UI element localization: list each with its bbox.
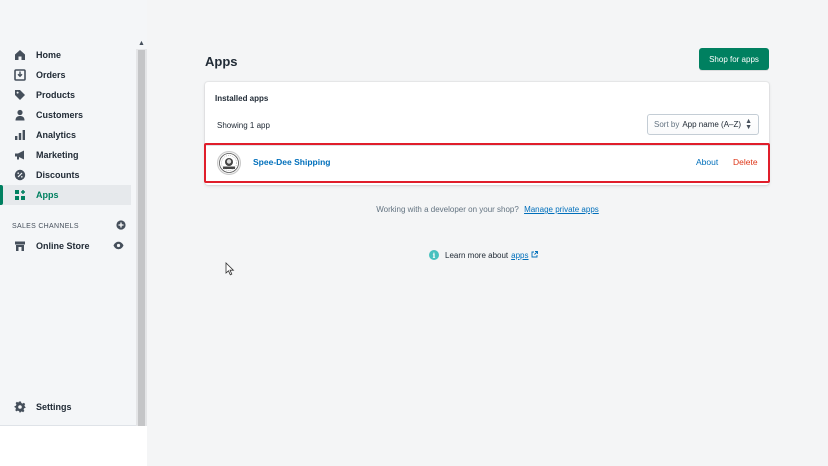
settings-row: Settings (0, 397, 136, 417)
apps-help-link[interactable]: apps (511, 251, 528, 260)
main-nav: Home Orders Products Customers Analytics… (0, 45, 136, 205)
scrollbar-thumb[interactable] (138, 50, 145, 426)
sidebar-item-home[interactable]: Home (0, 45, 136, 65)
learn-more-row: i Learn more about apps (429, 250, 538, 260)
sidebar-item-label: Marketing (36, 150, 79, 160)
page-title: Apps (205, 54, 238, 69)
bar-chart-icon (14, 129, 26, 141)
sidebar-item-label: Products (36, 90, 76, 100)
sidebar-item-label: Settings (36, 402, 72, 412)
highlight-box (204, 143, 770, 183)
gear-icon (14, 401, 26, 413)
apps-icon (14, 189, 26, 201)
sidebar-item-customers[interactable]: Customers (0, 105, 136, 125)
eye-icon[interactable] (113, 241, 124, 252)
scroll-up-icon[interactable]: ▲ (136, 38, 147, 49)
sidebar-item-orders[interactable]: Orders (0, 65, 136, 85)
sidebar-item-label: Home (36, 50, 62, 60)
sales-channels-label: SALES CHANNELS (12, 222, 79, 230)
sidebar-item-discounts[interactable]: Discounts (0, 165, 136, 185)
store-icon (14, 240, 26, 252)
sidebar-nav-panel: Home Orders Products Customers Analytics… (0, 0, 136, 426)
showing-count: Showing 1 app (217, 121, 270, 130)
sidebar: Home Orders Products Customers Analytics… (0, 0, 147, 426)
sort-select[interactable]: Sort by App name (A–Z) ▲ ▼ (647, 114, 759, 135)
sidebar-item-label: Online Store (36, 241, 90, 251)
person-icon (14, 109, 26, 121)
sidebar-item-label: Customers (36, 110, 84, 120)
orders-icon (14, 69, 26, 81)
sidebar-item-label: Analytics (36, 130, 77, 140)
online-store-row: Online Store (0, 236, 136, 256)
select-arrows-icon: ▲ ▼ (745, 118, 752, 131)
sidebar-item-marketing[interactable]: Marketing (0, 145, 136, 165)
sidebar-item-apps[interactable]: Apps (0, 185, 131, 205)
sidebar-divider (0, 425, 136, 426)
mouse-cursor-icon (225, 262, 235, 276)
info-icon: i (429, 250, 439, 260)
sidebar-item-online-store[interactable]: Online Store (0, 236, 136, 256)
sidebar-item-products[interactable]: Products (0, 85, 136, 105)
sort-prefix: Sort by (654, 120, 680, 129)
home-icon (14, 49, 26, 61)
developer-note: Working with a developer on your shop? M… (147, 205, 828, 214)
main-content: Apps Shop for apps Installed apps Showin… (147, 0, 828, 466)
add-channel-icon[interactable] (116, 220, 126, 232)
sidebar-item-analytics[interactable]: Analytics (0, 125, 136, 145)
tag-icon (14, 89, 26, 101)
card-title: Installed apps (215, 94, 269, 103)
active-indicator (0, 185, 3, 205)
megaphone-icon (14, 149, 26, 161)
app-list-item[interactable]: Spee-Dee Shipping About Delete (204, 143, 770, 183)
developer-text: Working with a developer on your shop? (376, 205, 519, 214)
sidebar-item-label: Discounts (36, 170, 80, 180)
sort-value: App name (A–Z) (682, 120, 742, 129)
sidebar-item-label: Apps (36, 190, 59, 200)
sales-channels-header: SALES CHANNELS (12, 220, 126, 232)
discount-icon (14, 169, 26, 181)
manage-private-apps-link[interactable]: Manage private apps (524, 205, 599, 214)
shop-for-apps-button[interactable]: Shop for apps (699, 48, 769, 70)
sidebar-item-settings[interactable]: Settings (0, 397, 136, 417)
learn-more-text: Learn more about (445, 250, 509, 260)
installed-apps-card: Installed apps Showing 1 app Sort by App… (204, 82, 770, 185)
external-link-icon (531, 250, 538, 260)
sidebar-item-label: Orders (36, 70, 66, 80)
